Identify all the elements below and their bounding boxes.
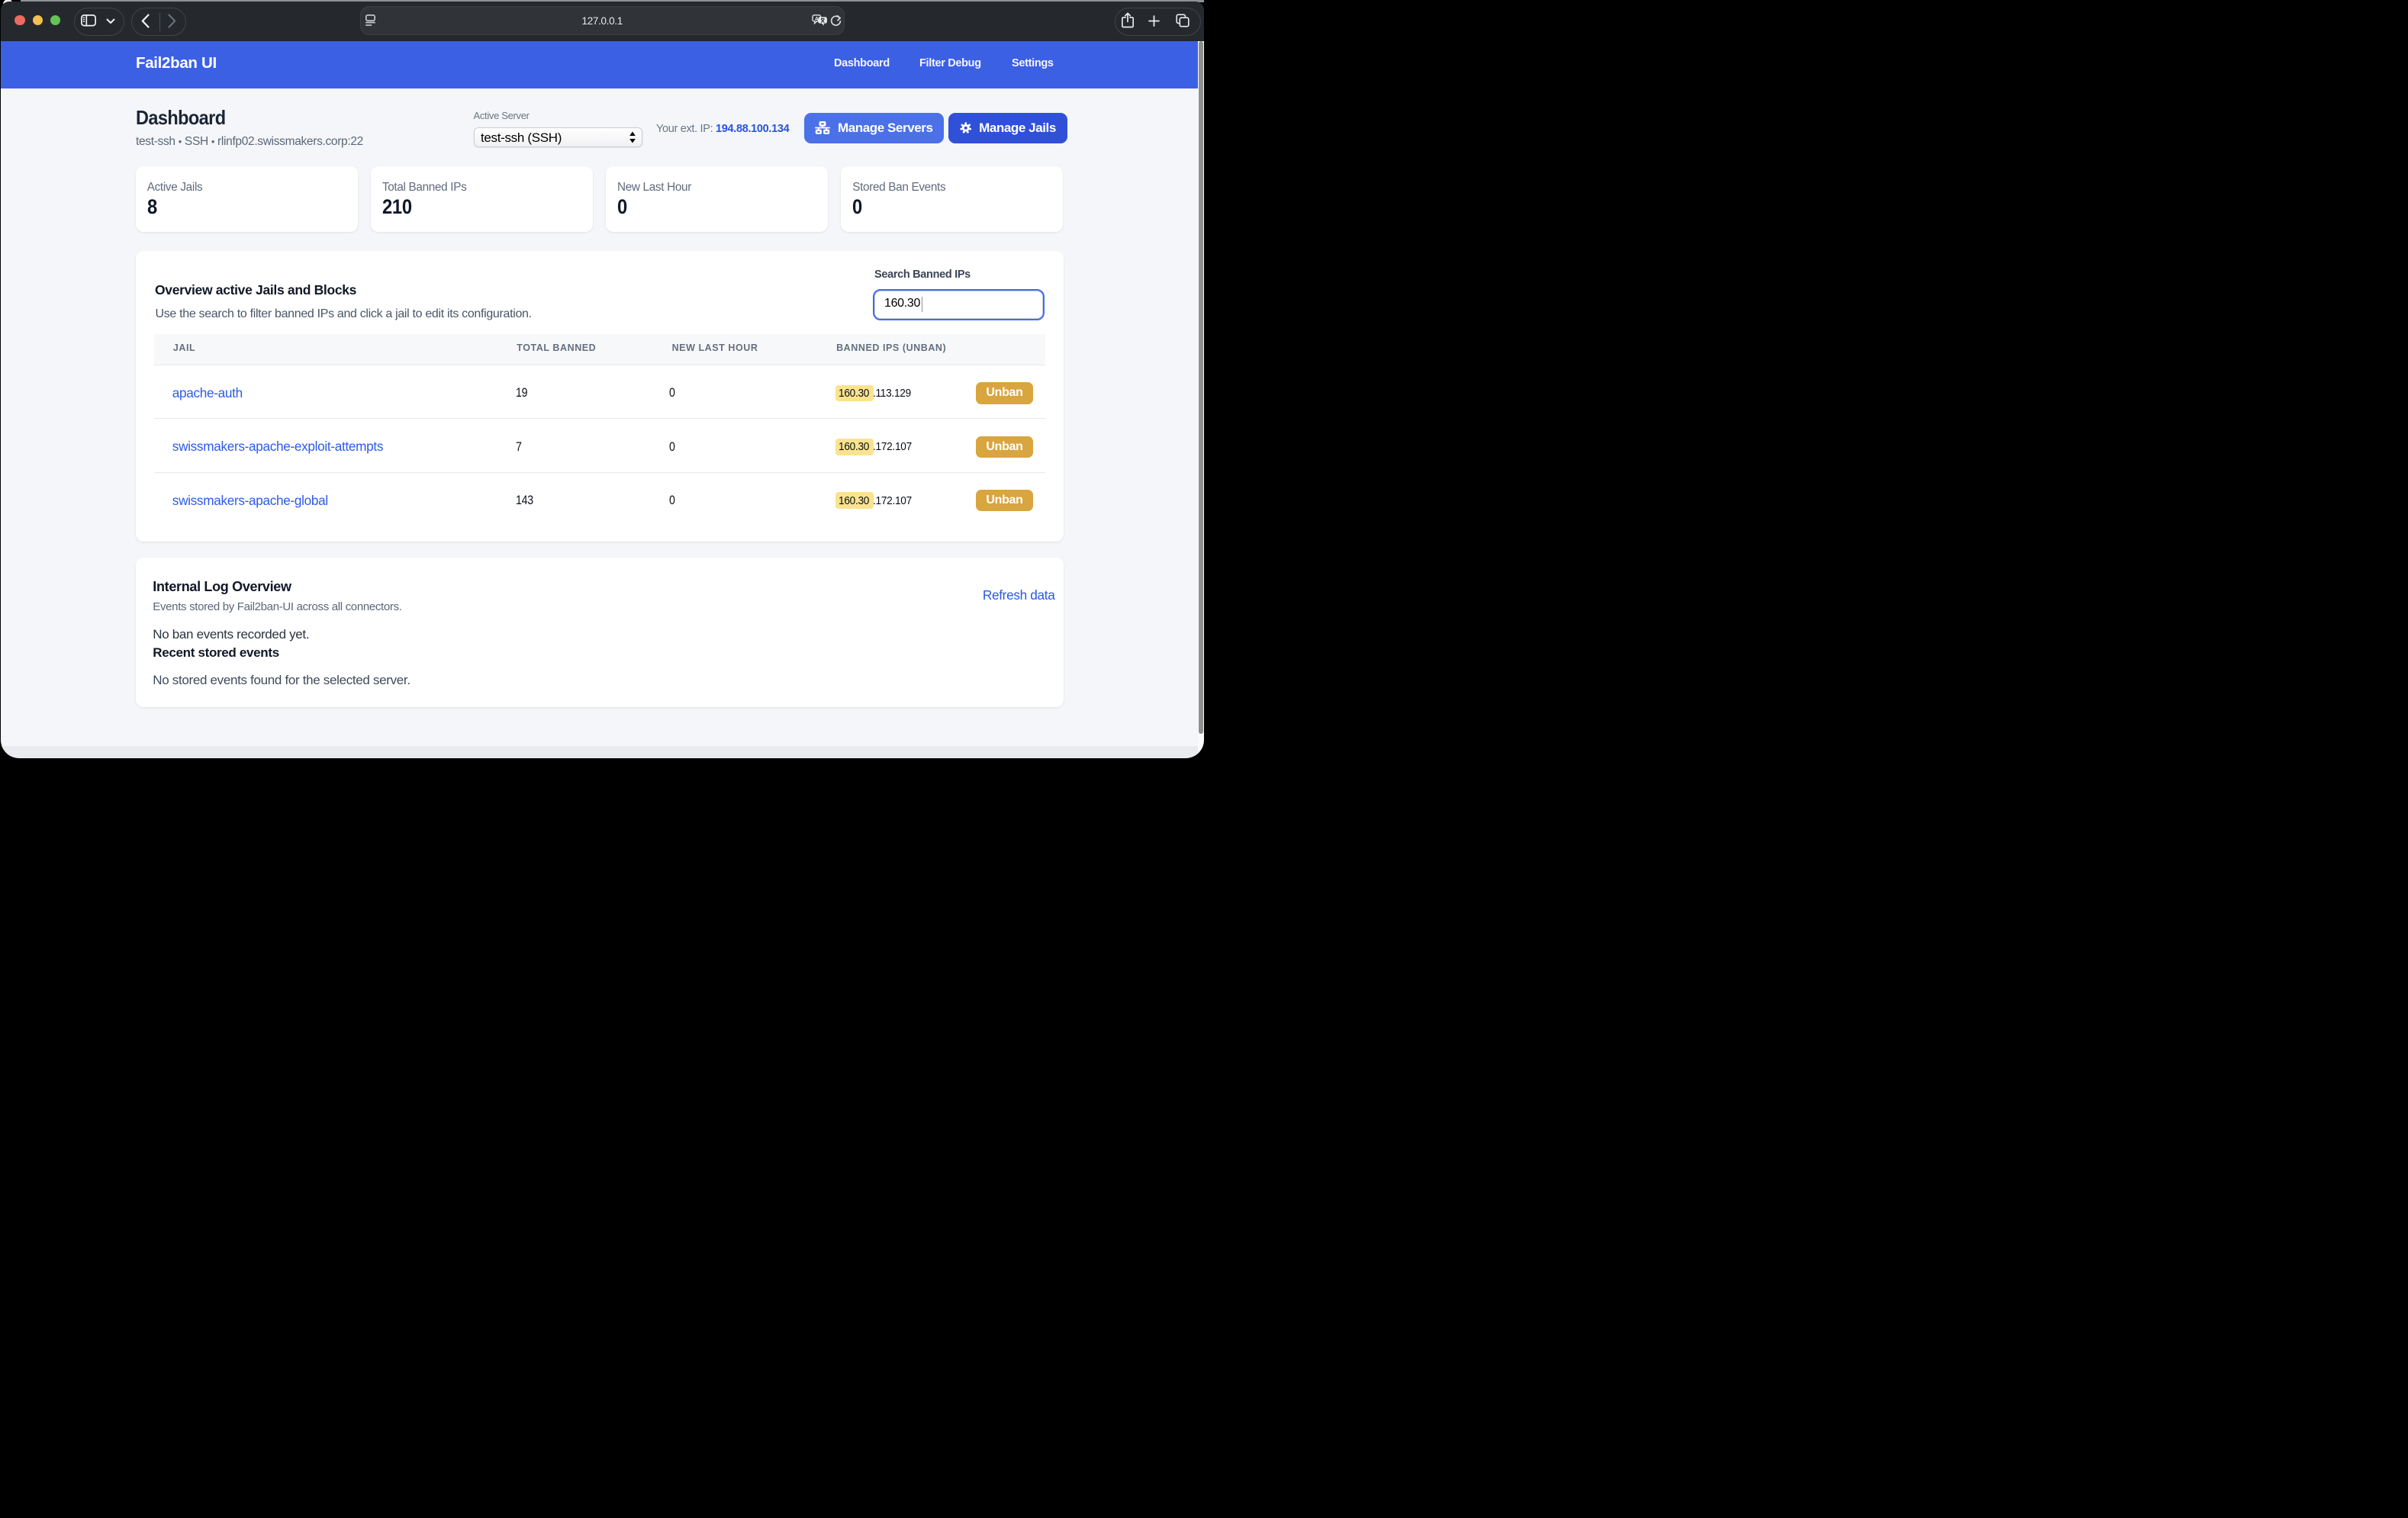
svg-text:A: A [814, 17, 818, 22]
